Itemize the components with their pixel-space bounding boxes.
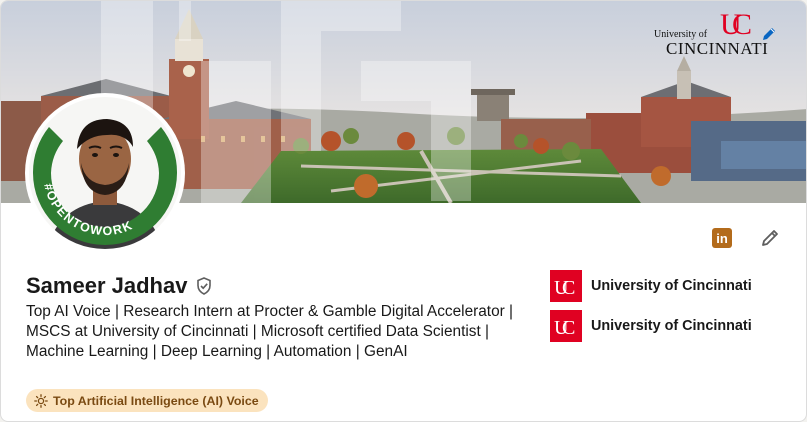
verified-shield-icon[interactable] bbox=[194, 276, 214, 296]
top-voice-badge-label: Top Artificial Intelligence (AI) Voice bbox=[53, 393, 259, 408]
logo-cincinnati-text: CINCINNATI bbox=[666, 39, 769, 58]
education-item[interactable]: U C University of Cincinnati bbox=[550, 270, 752, 302]
profile-photo[interactable]: #OPENTOWORK bbox=[25, 93, 185, 253]
education-label: University of Cincinnati bbox=[591, 278, 752, 294]
svg-text:C: C bbox=[732, 8, 752, 39]
education-item[interactable]: U C University of Cincinnati bbox=[550, 310, 752, 342]
profile-photo-image: #OPENTOWORK bbox=[29, 97, 181, 249]
uc-logo-icon: U C bbox=[550, 270, 582, 302]
profile-photo-frame: #OPENTOWORK bbox=[29, 97, 181, 249]
education-label: University of Cincinnati bbox=[591, 318, 752, 334]
name-row: Sameer Jadhav bbox=[26, 273, 214, 299]
top-voice-badge[interactable]: Top Artificial Intelligence (AI) Voice bbox=[26, 389, 268, 412]
linkedin-icon[interactable]: in bbox=[712, 228, 732, 248]
edit-profile-pencil-icon[interactable] bbox=[759, 227, 781, 249]
edit-banner-pencil-icon[interactable] bbox=[760, 25, 778, 43]
linkedin-icon-text: in bbox=[716, 230, 728, 246]
profile-headline: Top AI Voice | Research Intern at Procte… bbox=[26, 303, 514, 360]
svg-text:C: C bbox=[562, 317, 575, 337]
university-logo: U C University of CINCINNATI bbox=[654, 7, 774, 59]
uc-logo-icon: U C bbox=[720, 8, 752, 39]
profile-card: U C University of CINCINNATI #OPENTOWORK… bbox=[0, 0, 807, 422]
uc-logo-icon: U C bbox=[550, 310, 582, 342]
sun-icon bbox=[34, 393, 48, 408]
profile-name: Sameer Jadhav bbox=[26, 273, 188, 298]
svg-text:C: C bbox=[562, 277, 575, 297]
